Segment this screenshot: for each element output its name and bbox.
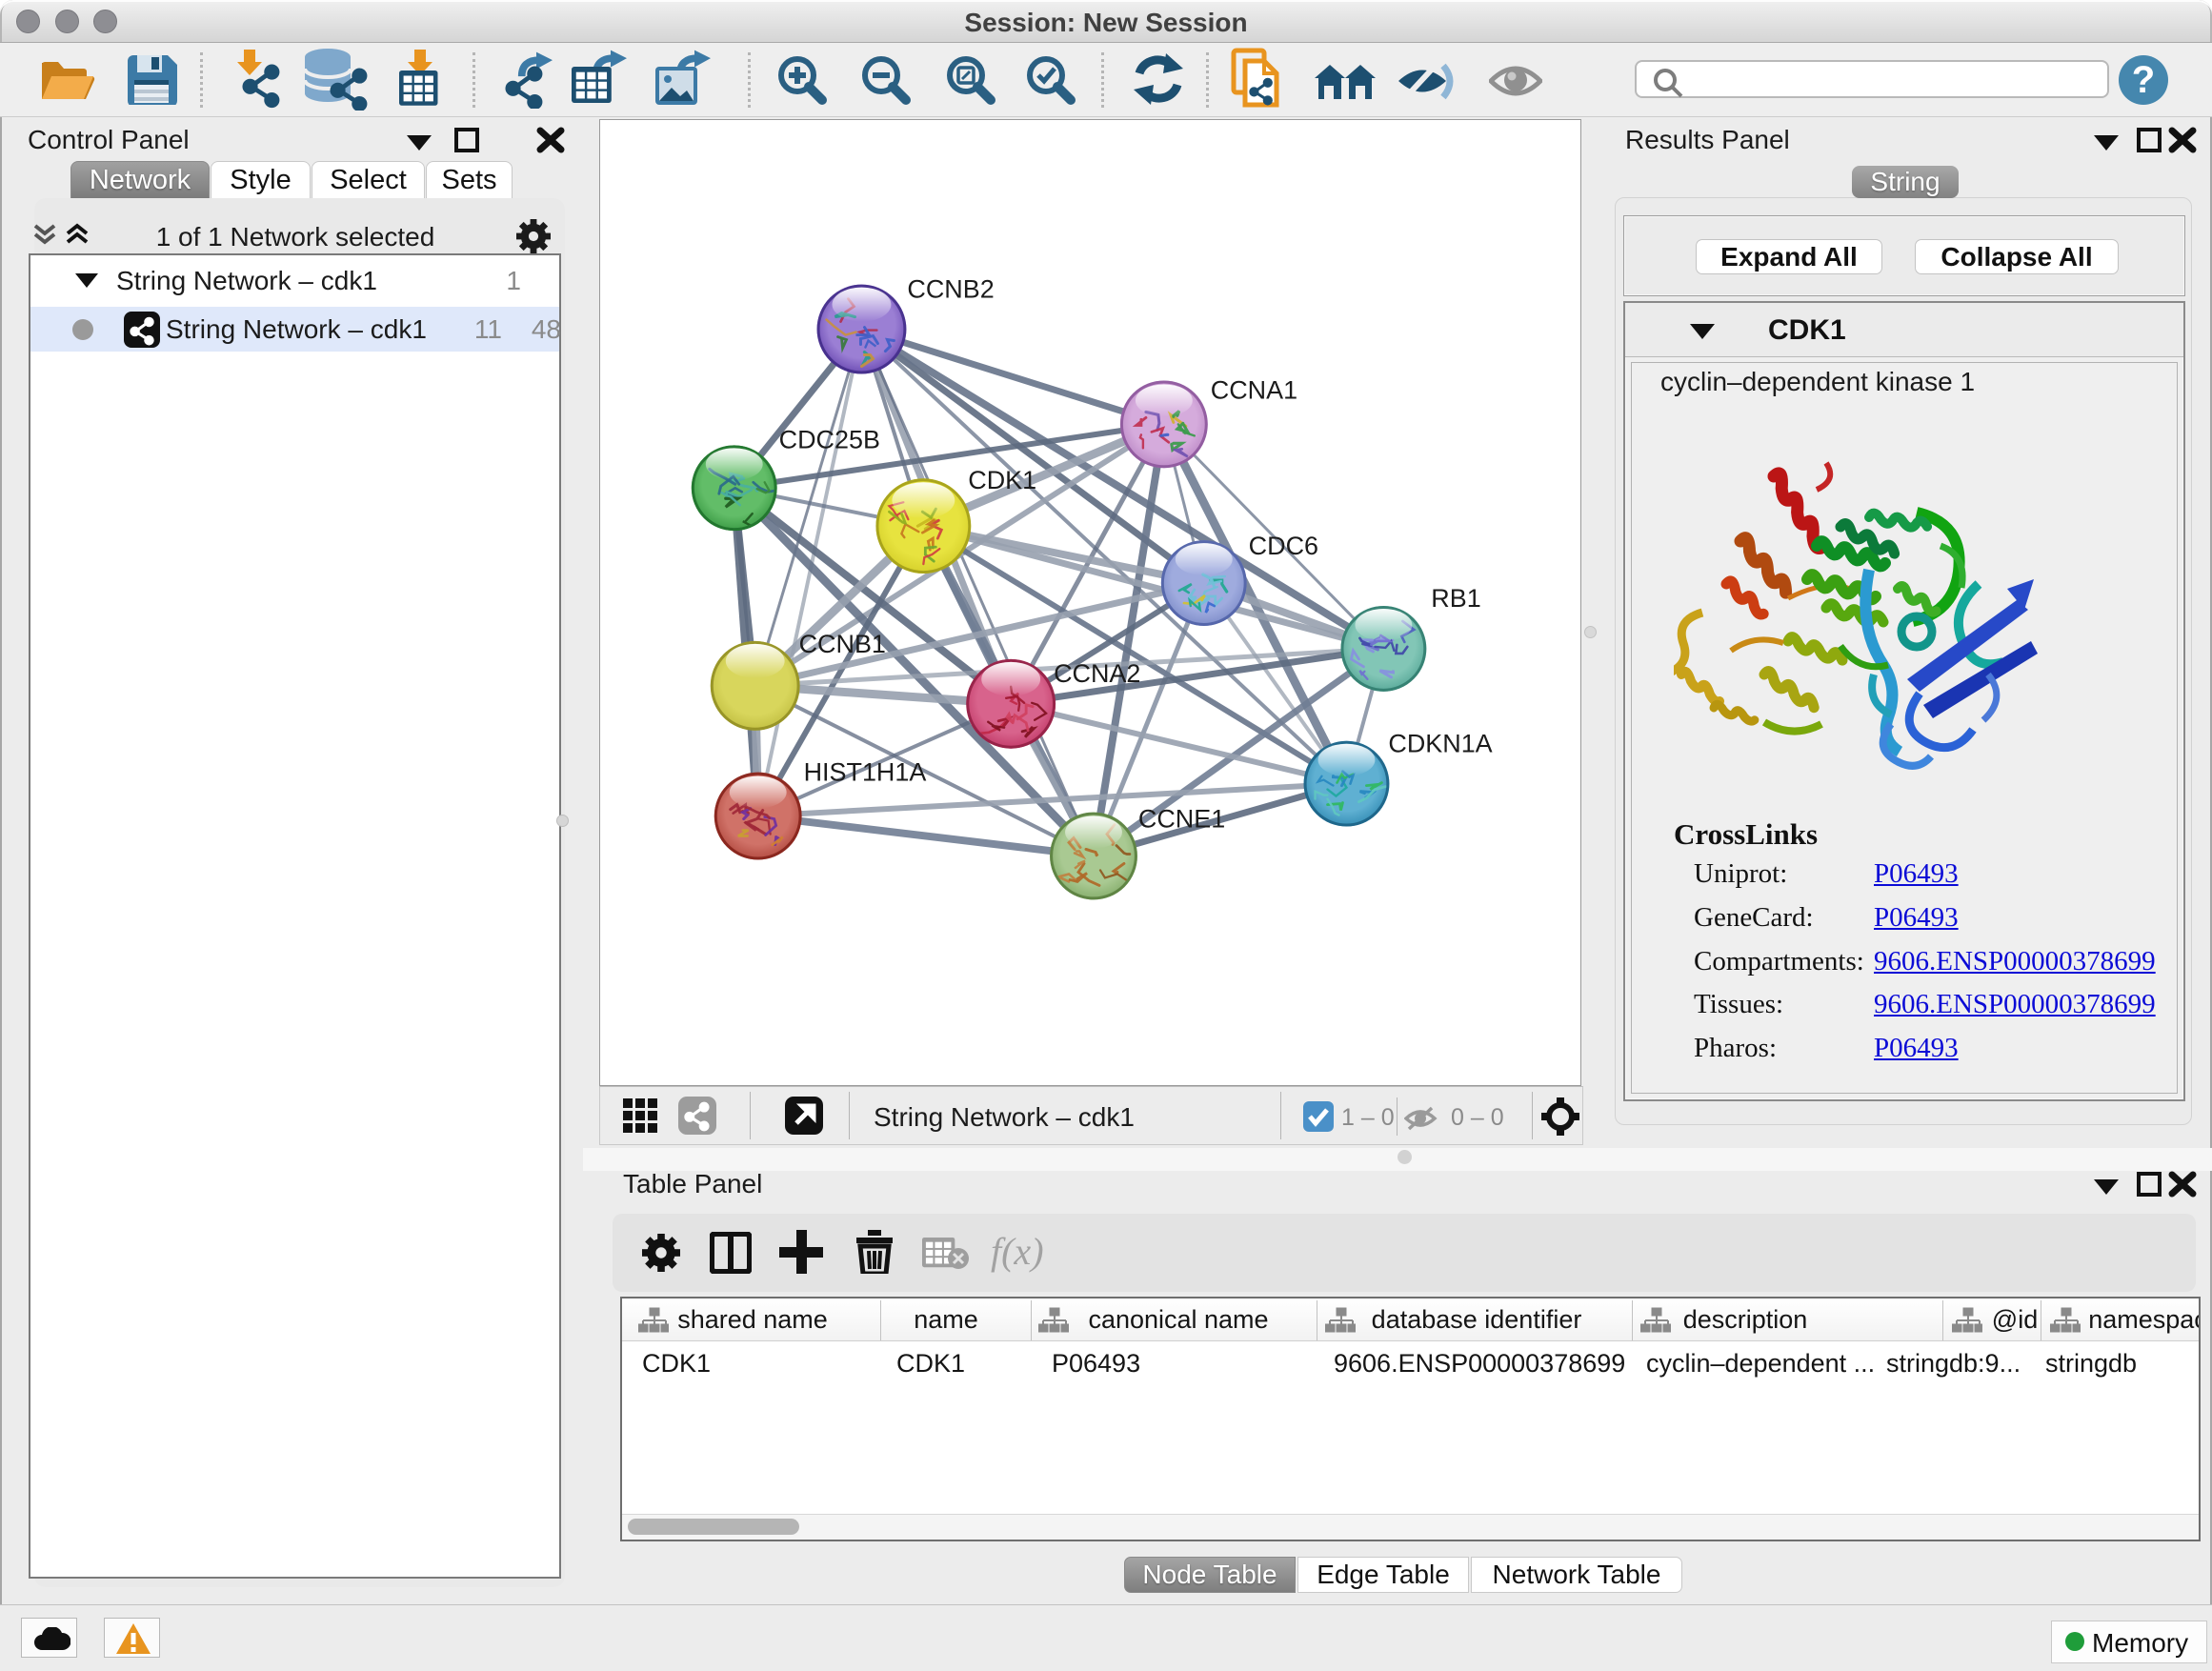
svg-text:CCNA2: CCNA2 — [1054, 659, 1140, 688]
svg-text:?: ? — [2132, 59, 2155, 101]
svg-text:CCNB1: CCNB1 — [799, 630, 886, 658]
svg-text:CDKN1A: CDKN1A — [1388, 730, 1492, 758]
svg-text:CDC6: CDC6 — [1249, 532, 1318, 560]
svg-text:CCNA1: CCNA1 — [1211, 375, 1297, 404]
svg-text:CDC25B: CDC25B — [779, 425, 880, 453]
svg-text:CCNE1: CCNE1 — [1138, 805, 1225, 834]
svg-text:CDK1: CDK1 — [968, 466, 1036, 494]
svg-text:RB1: RB1 — [1431, 584, 1480, 613]
svg-text:HIST1H1A: HIST1H1A — [804, 758, 927, 787]
svg-text:CCNB2: CCNB2 — [907, 275, 994, 304]
